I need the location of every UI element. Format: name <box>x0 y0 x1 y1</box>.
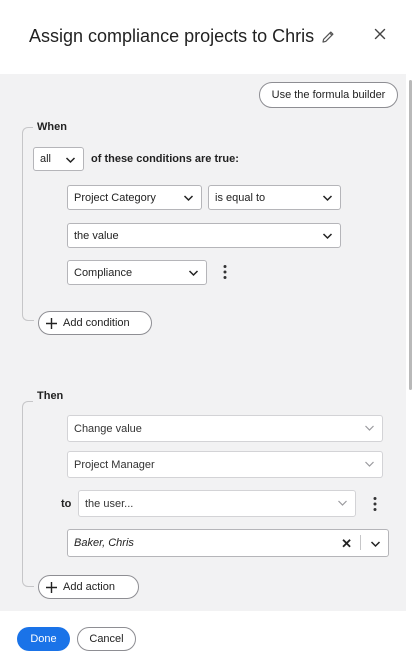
condition-value: Compliance <box>74 266 133 279</box>
chevron-down-icon <box>65 157 76 164</box>
action-more-icon[interactable] <box>372 496 378 512</box>
add-condition-button[interactable]: Add condition <box>38 311 152 335</box>
condition-field-select[interactable]: Project Category <box>67 185 202 210</box>
when-label: When <box>33 121 71 133</box>
to-select[interactable]: the user... <box>78 490 356 517</box>
chevron-down-icon <box>365 425 374 431</box>
user-value: Baker, Chris <box>74 537 134 549</box>
match-description: of these conditions are true: <box>91 153 239 165</box>
formula-builder-button[interactable]: Use the formula builder <box>259 82 398 108</box>
clear-icon[interactable]: ✕ <box>341 536 352 552</box>
chevron-down-icon <box>322 233 333 240</box>
page-title: Assign compliance projects to Chris <box>29 26 336 47</box>
user-select[interactable]: Baker, Chris ✕ <box>67 529 389 557</box>
then-label: Then <box>33 390 68 402</box>
chevron-down-icon <box>365 461 374 467</box>
to-label: to <box>61 498 72 510</box>
pencil-icon[interactable] <box>320 29 336 45</box>
dialog-header: Assign compliance projects to Chris <box>0 0 414 74</box>
cancel-button[interactable]: Cancel <box>77 627 136 651</box>
plus-icon <box>46 581 57 593</box>
chevron-down-icon <box>183 195 194 202</box>
condition-operator-select[interactable]: is equal to <box>208 185 341 210</box>
add-condition-label: Add condition <box>63 317 130 329</box>
rule-editor-panel: Use the formula builder When all of thes… <box>0 74 406 611</box>
rule-name: Assign compliance projects to Chris <box>29 26 315 46</box>
match-select[interactable]: all <box>33 147 84 171</box>
scrollbar-thumb[interactable] <box>409 80 412 390</box>
condition-value-type-value: the value <box>74 229 119 242</box>
dialog-footer: Done Cancel <box>0 611 414 665</box>
condition-value-select[interactable]: Compliance <box>67 260 207 285</box>
chevron-down-icon <box>188 270 199 277</box>
chevron-down-icon <box>338 500 347 506</box>
add-action-button[interactable]: Add action <box>38 575 139 599</box>
close-icon[interactable] <box>372 26 388 42</box>
action-select[interactable]: Change value <box>67 415 383 442</box>
condition-operator-value: is equal to <box>215 191 266 204</box>
to-select-value: the user... <box>85 497 134 510</box>
condition-more-icon[interactable] <box>222 264 228 280</box>
plus-icon <box>46 317 57 329</box>
chevron-down-icon[interactable] <box>370 540 381 548</box>
then-group-border <box>22 401 34 587</box>
match-select-value: all <box>40 153 52 165</box>
action-value: Change value <box>74 422 142 435</box>
select-divider <box>360 535 361 550</box>
add-action-label: Add action <box>63 581 115 593</box>
action-field-value: Project Manager <box>74 458 155 471</box>
action-field-select[interactable]: Project Manager <box>67 451 383 478</box>
condition-value-type-select[interactable]: the value <box>67 223 341 248</box>
condition-field-value: Project Category <box>74 191 156 204</box>
done-button[interactable]: Done <box>17 627 70 651</box>
chevron-down-icon <box>322 195 333 202</box>
